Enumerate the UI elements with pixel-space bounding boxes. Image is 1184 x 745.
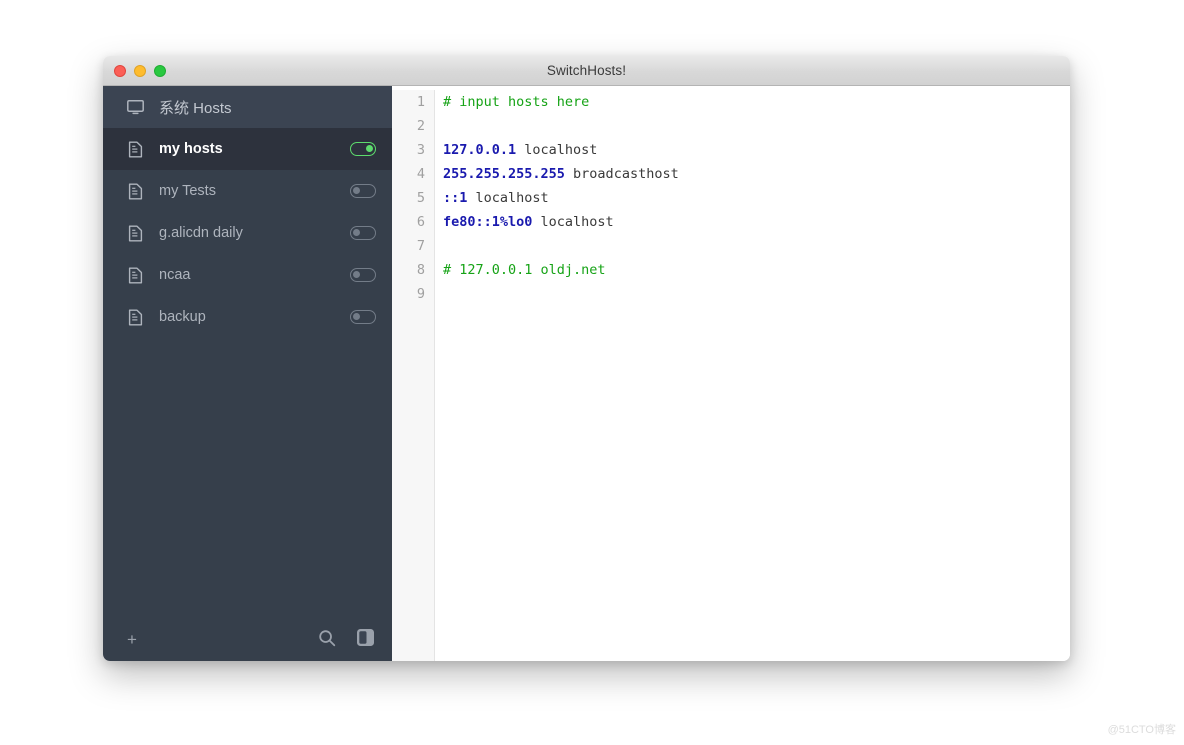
code-line[interactable]: ::1 localhost (443, 186, 1070, 210)
sidebar-item-system-hosts[interactable]: 系统 Hosts (103, 86, 392, 128)
line-number: 8 (392, 258, 425, 282)
code-line[interactable] (443, 114, 1070, 138)
toggle-knob (353, 313, 361, 321)
code-token-host: broadcasthost (565, 166, 679, 182)
line-number: 4 (392, 162, 425, 186)
add-host-button[interactable]: + (123, 629, 141, 650)
sidebar-item-my-tests[interactable]: my Tests (103, 170, 392, 212)
sidebar: 系统 Hosts my hosts my Tests g.alicdn daily n… (103, 86, 392, 661)
sidebar-item-label: ncaa (159, 267, 350, 283)
close-button[interactable] (114, 65, 126, 77)
editor-line-number-gutter: 123456789 (392, 90, 435, 661)
sidebar-item-backup[interactable]: backup (103, 296, 392, 338)
toggle-knob (353, 271, 361, 279)
line-number: 3 (392, 138, 425, 162)
toggle-knob (353, 229, 361, 237)
code-token-comment: # 127.0.0.1 oldj.net (443, 262, 606, 278)
host-toggle-switch[interactable] (350, 268, 376, 282)
sidebar-spacer (103, 338, 392, 617)
monitor-icon (125, 100, 145, 115)
code-token-host: localhost (467, 190, 548, 206)
host-toggle-switch[interactable] (350, 310, 376, 324)
document-icon (125, 183, 145, 200)
sidebar-item-label: 系统 Hosts (159, 97, 376, 118)
sidebar-item-g-alicdn-daily[interactable]: g.alicdn daily (103, 212, 392, 254)
code-token-ip: ::1 (443, 190, 467, 206)
sidebar-item-label: my Tests (159, 183, 350, 199)
code-token-ip: 127.0.0.1 (443, 142, 516, 158)
sidebar-toggle-button[interactable] (353, 625, 378, 653)
window-title: SwitchHosts! (103, 63, 1070, 78)
code-token-host: localhost (516, 142, 597, 158)
minimize-button[interactable] (134, 65, 146, 77)
line-number: 6 (392, 210, 425, 234)
code-line[interactable]: 127.0.0.1 localhost (443, 138, 1070, 162)
traffic-light-group (114, 65, 166, 77)
window-body: 系统 Hosts my hosts my Tests g.alicdn daily n… (103, 86, 1070, 661)
sidebar-item-label: my hosts (159, 141, 350, 157)
host-toggle-switch[interactable] (350, 142, 376, 156)
line-number: 7 (392, 234, 425, 258)
window-titlebar: SwitchHosts! (103, 56, 1070, 86)
sidebar-bottom-bar: + (103, 617, 392, 661)
code-token-host: localhost (532, 214, 613, 230)
host-toggle-switch[interactable] (350, 184, 376, 198)
maximize-button[interactable] (154, 65, 166, 77)
editor-code-area[interactable]: # input hosts here 127.0.0.1 localhost25… (435, 90, 1070, 661)
code-line[interactable]: # input hosts here (443, 90, 1070, 114)
line-number: 9 (392, 282, 425, 306)
sidebar-item-label: g.alicdn daily (159, 225, 350, 241)
code-token-comment: # input hosts here (443, 94, 589, 110)
hosts-editor[interactable]: 123456789 # input hosts here 127.0.0.1 l… (392, 86, 1070, 661)
search-icon (318, 629, 336, 650)
document-icon (125, 141, 145, 158)
line-number: 5 (392, 186, 425, 210)
toggle-knob (366, 145, 374, 153)
code-line[interactable] (443, 282, 1070, 306)
watermark: @51CTO博客 (1108, 721, 1176, 737)
application-window: SwitchHosts! 系统 Hosts my hosts my Tests g.… (103, 56, 1070, 661)
code-token-ip: 255.255.255.255 (443, 166, 565, 182)
sidebar-toggle-icon (356, 628, 375, 650)
code-line[interactable]: fe80::1%lo0 localhost (443, 210, 1070, 234)
toggle-knob (353, 187, 361, 195)
sidebar-item-label: backup (159, 309, 350, 325)
line-number: 1 (392, 90, 425, 114)
host-toggle-switch[interactable] (350, 226, 376, 240)
code-line[interactable]: 255.255.255.255 broadcasthost (443, 162, 1070, 186)
sidebar-item-ncaa[interactable]: ncaa (103, 254, 392, 296)
document-icon (125, 309, 145, 326)
line-number: 2 (392, 114, 425, 138)
sidebar-host-list: my hosts my Tests g.alicdn daily ncaa backup (103, 128, 392, 338)
sidebar-item-my-hosts[interactable]: my hosts (103, 128, 392, 170)
code-line[interactable]: # 127.0.0.1 oldj.net (443, 258, 1070, 282)
document-icon (125, 225, 145, 242)
code-line[interactable] (443, 234, 1070, 258)
document-icon (125, 267, 145, 284)
search-button[interactable] (315, 626, 339, 653)
code-token-ip: fe80::1%lo0 (443, 214, 532, 230)
